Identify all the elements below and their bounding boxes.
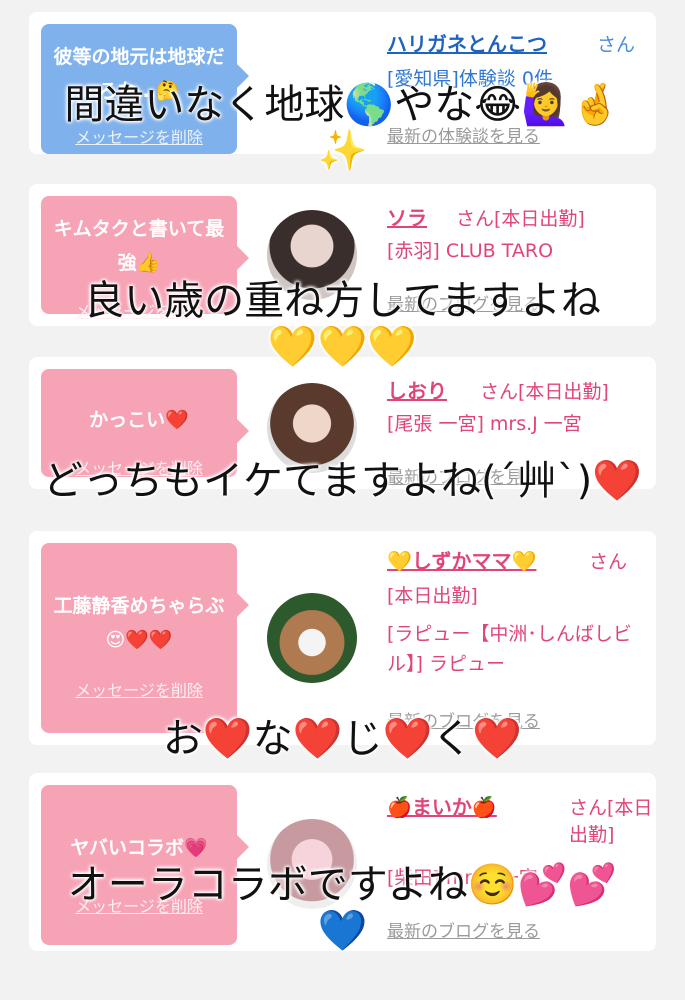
honorific: さん <box>597 34 636 56</box>
user-name-link[interactable]: しおり <box>387 375 447 404</box>
message-text: キムタクと書いて最強👍 <box>53 218 225 274</box>
user-name-link[interactable]: ソラ <box>387 202 427 231</box>
user-shop: [ラピュー【中洲･しんばしビル】] ラピュー <box>387 623 632 675</box>
overlay-caption: 間違いなく地球🌎やな😂🙋‍♀️🤞 ✨ <box>64 82 621 174</box>
honorific: さん[本日出勤] <box>569 797 653 846</box>
overlay-caption: オーラコラボですよね☺️💕💕 💙 <box>67 862 618 954</box>
user-info: [赤羽] CLUB TARO <box>387 240 554 262</box>
avatar[interactable] <box>267 593 357 683</box>
honorific: さん <box>589 551 628 573</box>
user-name-link[interactable]: 💛しずかママ💛 <box>387 545 536 574</box>
overlay-caption: お❤️な❤️じ❤️く❤️ <box>162 716 523 762</box>
message-text: ヤバいコラボ💗 <box>70 837 208 859</box>
message-bubble: 工藤静香めちゃらぶ😍❤️❤️ メッセージを削除 <box>41 543 249 733</box>
user-info: [本日出勤] <box>387 585 478 607</box>
user-card: 工藤静香めちゃらぶ😍❤️❤️ メッセージを削除 💛しずかママ💛 さん [本日出勤… <box>29 531 656 745</box>
user-name-link[interactable]: 🍎まいか🍎 <box>387 791 497 820</box>
user-name-link[interactable]: ハリガネとんこつ <box>387 28 547 57</box>
message-text: 工藤静香めちゃらぶ😍❤️❤️ <box>53 595 225 651</box>
message-text: かっこい❤️ <box>89 409 189 431</box>
overlay-caption: 良い歳の重ね方してますよね 💛💛💛 <box>84 278 601 370</box>
overlay-caption: どっちもイケてますよね(´艸`)❤️ <box>42 458 642 504</box>
user-info: [尾張 一宮] mrs.J 一宮 <box>387 413 582 435</box>
delete-message-link[interactable]: メッセージを削除 <box>41 677 237 701</box>
honorific: さん[本日出勤] <box>456 208 585 230</box>
honorific: さん[本日出勤] <box>480 381 609 403</box>
